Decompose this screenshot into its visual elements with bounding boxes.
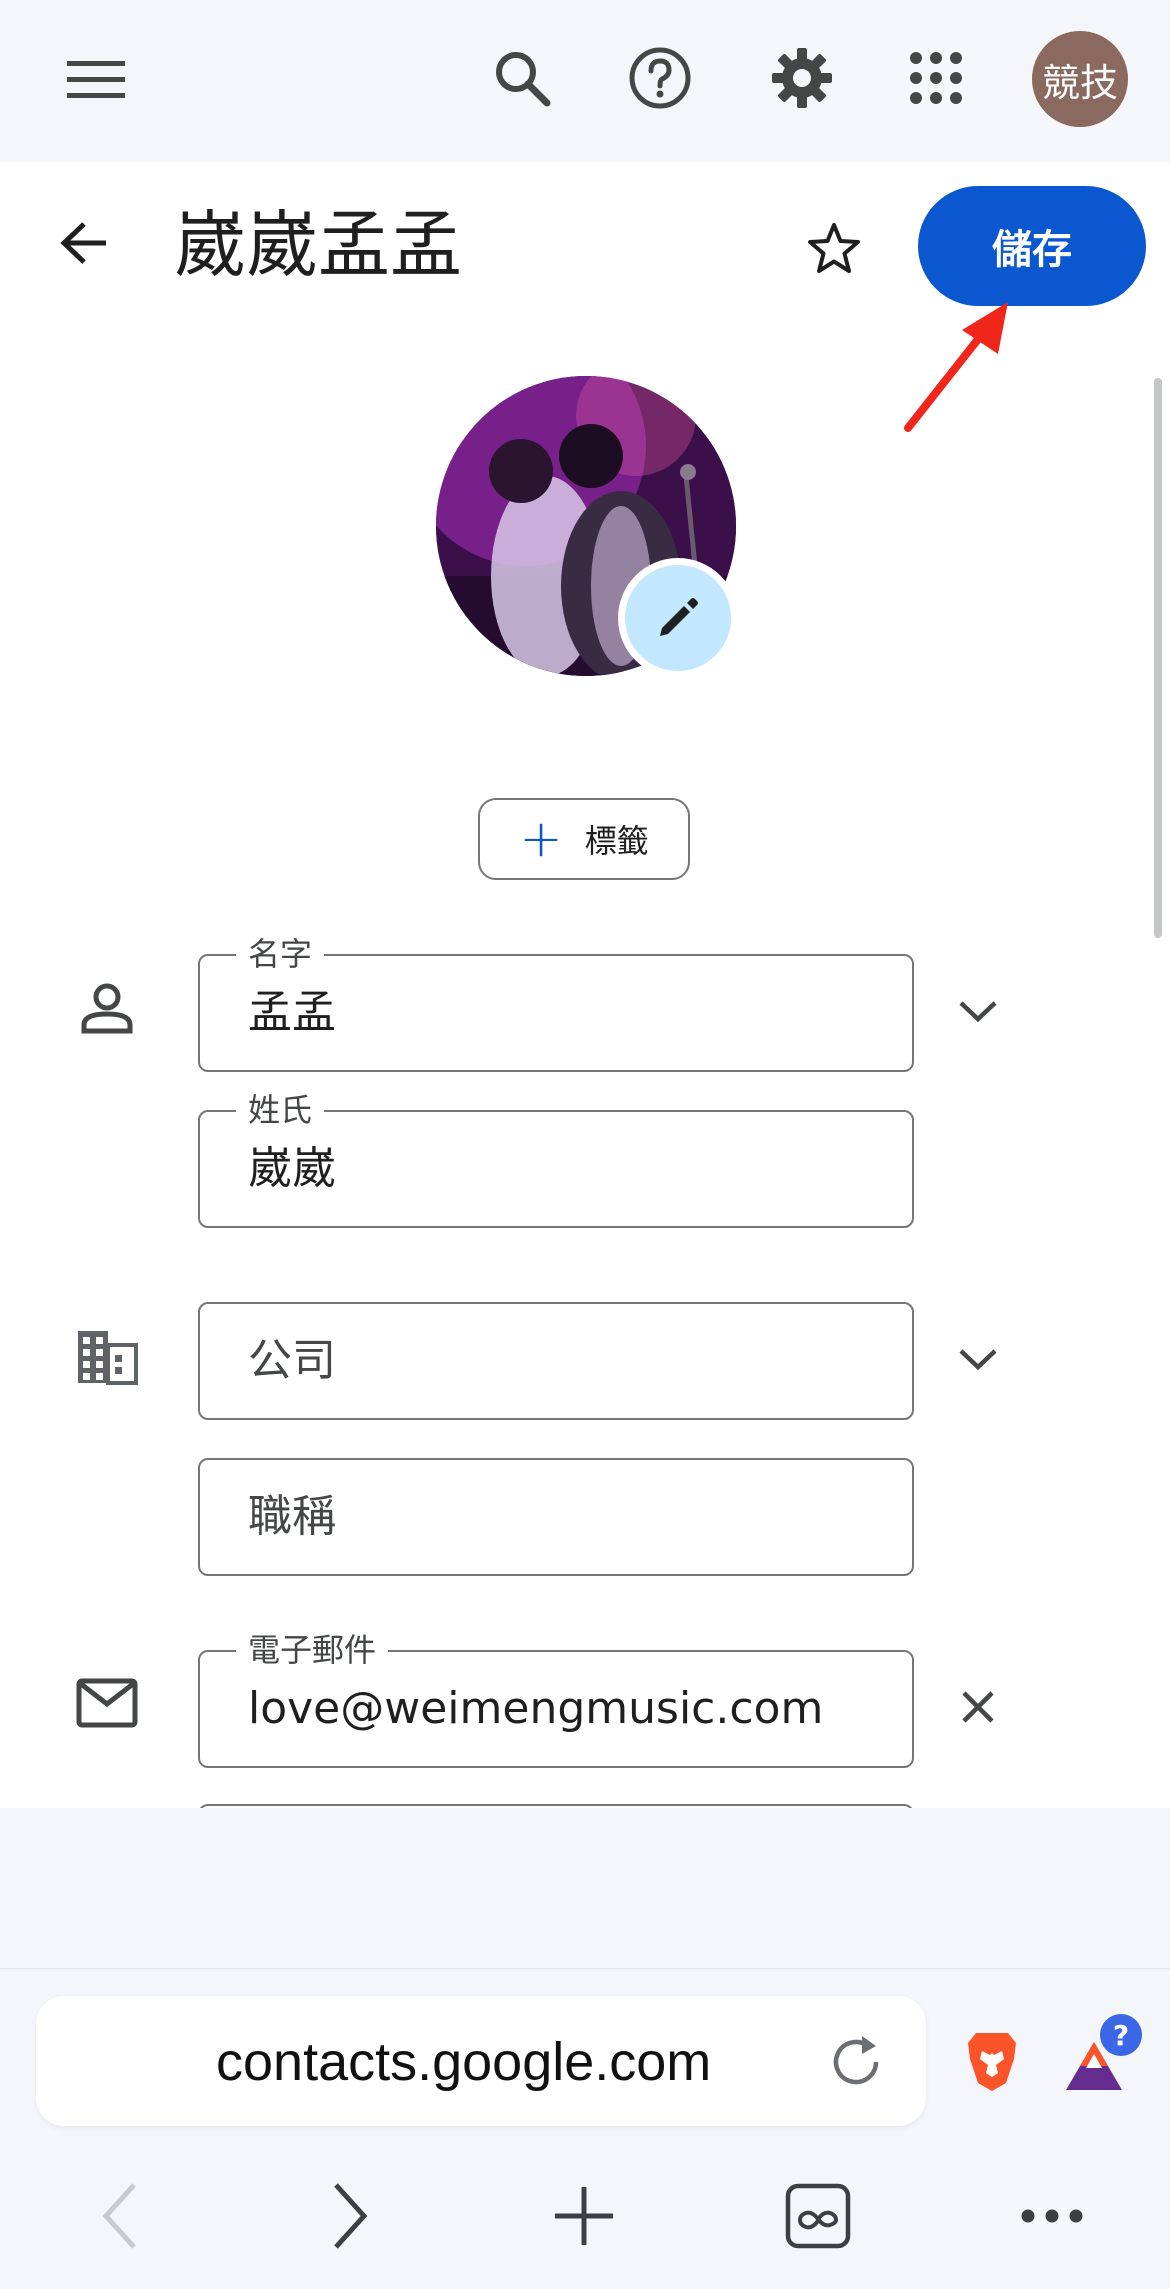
reload-icon [833,2036,879,2085]
scrollbar[interactable] [1154,378,1162,938]
reload-button[interactable] [818,2024,894,2100]
mail-icon [76,1678,138,1728]
save-button[interactable]: 儲存 [918,186,1146,306]
email-field[interactable]: 電子郵件 love@weimengmusic.com [198,1630,914,1768]
back-button[interactable] [50,208,120,278]
person-icon-wrap [72,974,142,1044]
new-tab-button[interactable] [544,2176,624,2256]
chevron-left-icon [102,2183,136,2249]
more-horizontal-icon [1021,2209,1083,2223]
person-icon [81,983,133,1034]
settings-icon [772,48,832,108]
first-name-label: 名字 [236,934,325,974]
plus-icon [555,2187,613,2245]
last-name-value[interactable]: 崴崴 [248,1142,336,1196]
help-button[interactable] [622,40,698,116]
chevron-down-icon [959,1001,997,1023]
last-name-field[interactable]: 姓氏 崴崴 [198,1090,914,1228]
edit-photo-button[interactable] [618,558,738,678]
star-outline-icon [808,223,860,273]
company-field[interactable]: 公司 [198,1302,914,1420]
tabs-infinity-icon [785,2183,851,2249]
contact-name-title: 崴崴孟孟 [174,203,463,287]
account-avatar[interactable]: 競技 [1032,31,1128,127]
more-menu-button[interactable] [1012,2176,1092,2256]
browser-back-button[interactable] [80,2176,160,2256]
brave-lion-icon [968,2033,1016,2091]
browser-forward-button[interactable] [310,2176,390,2256]
tabs-button[interactable] [778,2176,858,2256]
menu-icon [67,61,125,98]
close-icon [962,1691,994,1723]
email-value[interactable]: love@weimengmusic.com [248,1682,823,1736]
help-icon [629,47,691,109]
address-bar-url[interactable]: contacts.google.com [216,2030,711,2094]
first-name-value[interactable]: 孟孟 [248,986,336,1040]
rewards-badge: ? [1100,2014,1142,2056]
apps-icon [910,52,962,104]
remove-email-button[interactable] [946,1672,1010,1742]
search-button[interactable] [484,40,560,116]
top-app-bar [0,0,1170,162]
settings-button[interactable] [764,40,840,116]
plus-icon: + [519,809,563,869]
back-arrow-icon [60,222,106,264]
chevron-right-icon [334,2183,368,2249]
add-label-text: 標籤 [584,822,649,860]
add-label-button[interactable]: + 標籤 [478,798,690,880]
business-icon [78,1331,138,1385]
apps-button[interactable] [898,40,974,116]
email-label: 電子郵件 [236,1630,389,1670]
search-icon [496,52,551,107]
job-title-field[interactable]: 職稱 [198,1458,914,1576]
expand-name-button[interactable] [946,976,1010,1046]
last-name-label: 姓氏 [236,1090,325,1130]
annotation-arrow [904,302,1008,432]
mail-icon-wrap [72,1668,142,1738]
business-icon-wrap [72,1322,142,1392]
brave-shields-button[interactable] [952,2022,1032,2102]
browser-toolbar-backdrop [0,1808,1170,1968]
expand-company-button[interactable] [946,1324,1010,1394]
job-title-placeholder: 職稱 [248,1491,336,1542]
menu-button[interactable] [56,44,136,114]
chevron-down-icon [959,1349,997,1371]
pencil-icon [660,598,698,636]
company-placeholder: 公司 [248,1335,336,1386]
first-name-field[interactable]: 名字 孟孟 [198,934,914,1072]
brave-rewards-button[interactable]: ? [1054,2012,1144,2102]
edit-photo-badge [625,565,731,671]
favorite-button[interactable] [796,210,872,286]
